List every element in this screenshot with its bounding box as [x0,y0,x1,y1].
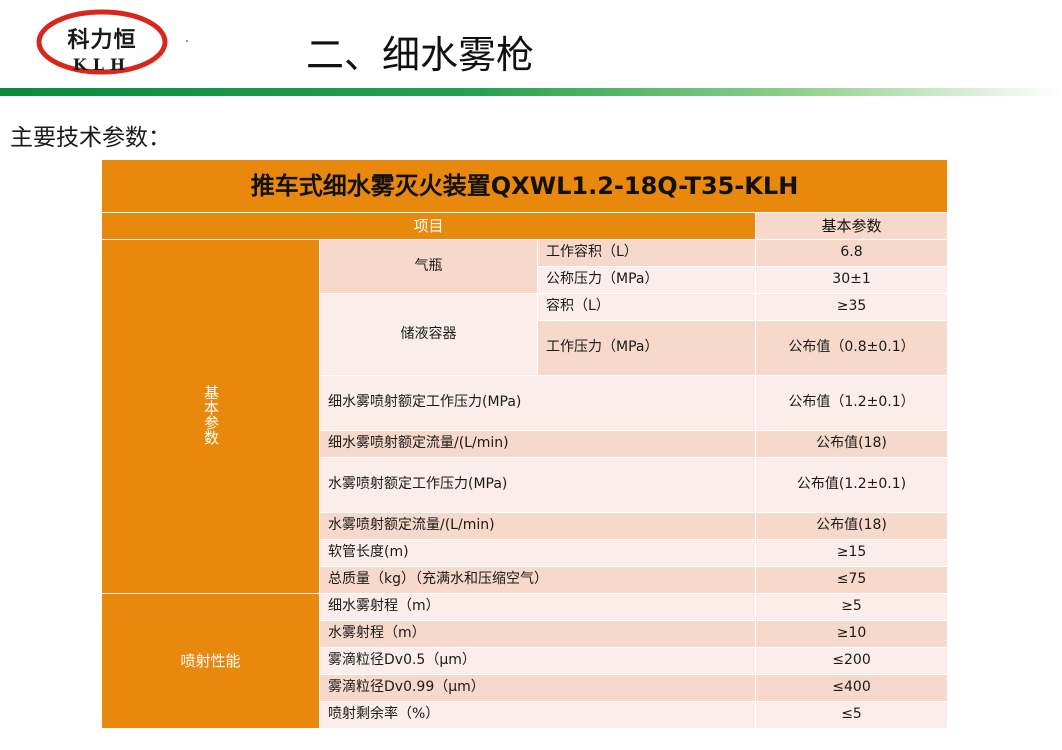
row-value: 30±1 [754,266,949,294]
row-label: 水雾喷射额定流量/(L/min) [319,512,756,540]
decorative-dot [186,40,188,42]
row-label: 雾滴粒径Dv0.5（μm） [319,647,756,675]
category-basic: 基本参数 [101,239,320,594]
row-value: 公布值（1.2±0.1） [754,375,949,431]
row-value: ≤75 [754,566,949,594]
row-label: 工作容积（L） [537,239,756,267]
row-label: 雾滴粒径Dv0.99（μm） [319,674,756,702]
row-label: 总质量（kg）（充满水和压缩空气） [319,566,756,594]
gas-cylinder-label: 气瓶 [319,239,538,294]
table-title: 推车式细水雾灭火装置QXWL1.2-18Q-T35-KLH [100,159,949,213]
row-value: ≥5 [754,593,949,621]
header-divider-bar [0,88,1062,96]
row-label: 细水雾喷射额定流量/(L/min) [319,430,756,458]
row-label: 公称压力（MPa） [537,266,756,294]
spec-table: 推车式细水雾灭火装置QXWL1.2-18Q-T35-KLH 项目 基本参数 基本… [100,159,949,729]
row-label: 细水雾射程（m） [319,593,756,621]
header-param: 基本参数 [754,212,949,240]
row-label: 水雾喷射额定工作压力(MPa) [319,457,756,513]
row-value: ≤5 [754,701,949,729]
row-value: 公布值（0.8±0.1） [754,320,949,376]
row-label: 容积（L） [537,293,756,321]
liquid-container-label: 储液容器 [319,293,538,376]
row-value: 6.8 [754,239,949,267]
row-label: 水雾射程（m） [319,620,756,648]
logo-chinese-text: 科力恒 [67,27,137,53]
row-value: 公布值(1.2±0.1) [754,457,949,513]
row-value: ≥15 [754,539,949,567]
row-label: 喷射剩余率（%） [319,701,756,729]
row-label: 细水雾喷射额定工作压力(MPa) [319,375,756,431]
row-label: 软管长度(m) [319,539,756,567]
category-basic-label: 基本参数 [202,384,220,445]
header-item: 项目 [101,212,756,240]
row-label: 工作压力（MPa） [537,320,756,376]
category-spray: 喷射性能 [101,593,320,729]
section-subtitle: 主要技术参数： [10,125,171,151]
row-value: 公布值(18) [754,430,949,458]
logo-klh-text: KLH [72,55,132,74]
row-value: ≥35 [754,293,949,321]
page-title: 二、细水雾枪 [306,33,535,77]
row-value: ≥10 [754,620,949,648]
company-logo: 科力恒 KLH [36,8,168,80]
row-value: ≤200 [754,647,949,675]
row-value: ≤400 [754,674,949,702]
row-value: 公布值(18) [754,512,949,540]
